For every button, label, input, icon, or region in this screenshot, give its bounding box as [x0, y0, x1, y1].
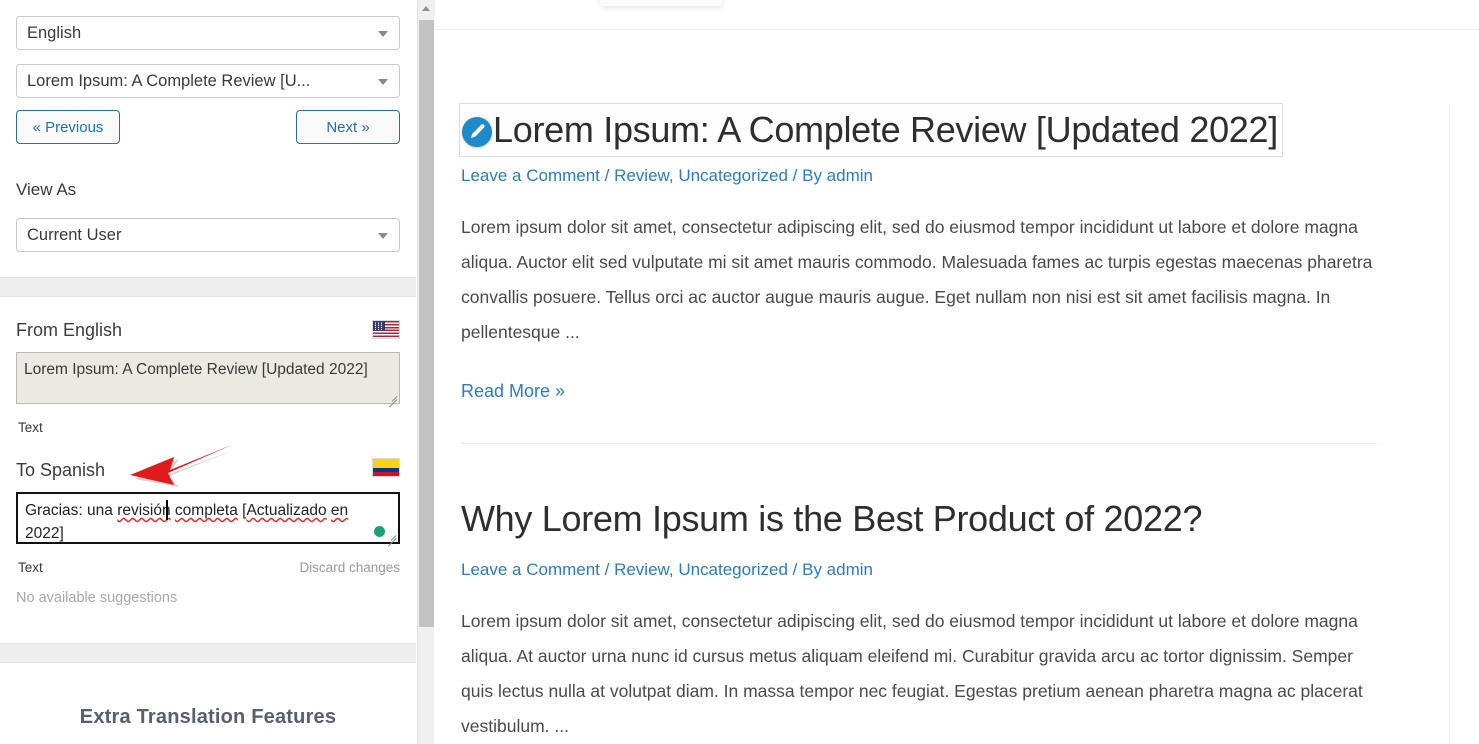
content-right-border — [1449, 103, 1450, 744]
header-divider — [435, 29, 1479, 30]
sidebar-divider-top — [0, 277, 416, 297]
translation-value-segment: Gracias: una — [25, 502, 118, 519]
extra-translation-features-heading: Extra Translation Features — [79, 706, 337, 728]
post-title: Lorem Ipsum: A Complete Review [Updated … — [493, 109, 1278, 150]
string-select-value: Lorem Ipsum: A Complete Review [U... — [27, 71, 311, 90]
source-text-value: Lorem Ipsum: A Complete Review [Updated … — [24, 361, 368, 378]
source-type-label: Text — [18, 420, 43, 435]
previous-button[interactable]: « Previous — [16, 110, 120, 144]
app-root: English Lorem Ipsum: A Complete Review [… — [0, 0, 1479, 744]
translation-value-misspelled: Actualizado — [246, 502, 327, 519]
post-meta[interactable]: Leave a Comment / Review, Uncategorized … — [461, 560, 873, 580]
no-suggestions-text: No available suggestions — [16, 590, 178, 606]
translation-value-misspelled: en — [330, 502, 349, 519]
to-language-label: To Spanish — [16, 460, 106, 480]
floating-toolbar-ghost — [600, 0, 722, 6]
read-more-link[interactable]: Read More » — [461, 381, 565, 402]
colombia-flag-icon — [372, 458, 400, 477]
translation-sidebar: English Lorem Ipsum: A Complete Review [… — [0, 0, 416, 744]
translation-value-misspelled: completa — [174, 502, 238, 519]
sidebar-divider-bottom — [0, 643, 416, 663]
from-language-label: From English — [16, 320, 123, 340]
chevron-down-icon — [378, 31, 388, 37]
pencil-edit-icon[interactable] — [462, 117, 492, 147]
annotation-arrow-icon — [130, 444, 237, 487]
site-preview-content: Lorem Ipsum: A Complete Review [Updated … — [435, 0, 1479, 744]
sidebar-scrollbar[interactable] — [417, 0, 435, 744]
string-select[interactable]: Lorem Ipsum: A Complete Review [U... — [16, 64, 400, 98]
post-separator — [461, 443, 1377, 444]
language-select[interactable]: English — [16, 16, 400, 50]
chevron-down-icon — [378, 233, 388, 239]
discard-changes-link[interactable]: Discard changes — [299, 560, 400, 575]
post-title[interactable]: Why Lorem Ipsum is the Best Product of 2… — [461, 495, 1202, 543]
source-text-field[interactable]: Lorem Ipsum: A Complete Review [Updated … — [16, 352, 400, 404]
post-excerpt: Lorem ipsum dolor sit amet, consectetur … — [461, 217, 1373, 342]
translation-value-misspelled: revisión — [117, 502, 171, 519]
view-as-select[interactable]: Current User — [16, 218, 400, 252]
sidebar-scrollbar-thumb[interactable] — [419, 20, 434, 627]
view-as-select-value: Current User — [27, 225, 122, 244]
view-as-label: View As — [16, 180, 77, 199]
translation-status-dot — [374, 526, 385, 537]
scroll-up-arrow-icon[interactable] — [418, 0, 435, 17]
translation-type-label: Text — [18, 560, 43, 575]
next-button[interactable]: Next » — [296, 110, 400, 144]
us-flag-icon — [372, 320, 400, 339]
post-title-editable-box[interactable]: Lorem Ipsum: A Complete Review [Updated … — [459, 103, 1283, 157]
post-meta[interactable]: Leave a Comment / Review, Uncategorized … — [461, 166, 873, 186]
post-excerpt: Lorem ipsum dolor sit amet, consectetur … — [461, 611, 1363, 736]
translation-value-segment: 2022] — [25, 525, 64, 542]
language-select-value: English — [27, 23, 82, 42]
chevron-down-icon — [378, 79, 388, 85]
